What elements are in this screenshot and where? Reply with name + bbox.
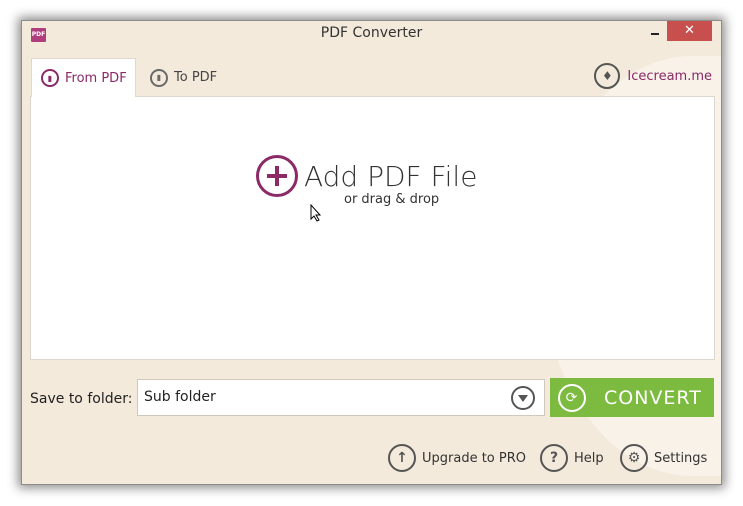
to-pdf-icon: ▮	[150, 68, 168, 87]
help-label: Help	[574, 450, 604, 466]
tab-label: From PDF	[65, 70, 127, 86]
icecream-link[interactable]: ♦ Icecream.me	[594, 63, 712, 89]
refresh-icon: ⟳	[558, 383, 586, 412]
icecream-icon: ♦	[594, 63, 621, 89]
chevron-down-icon[interactable]	[511, 386, 535, 410]
settings-button[interactable]: ⚙ Settings	[620, 444, 707, 472]
mouse-cursor-icon	[310, 204, 322, 222]
plus-circle-icon	[256, 155, 298, 197]
minimize-button[interactable]	[644, 21, 668, 41]
drag-drop-hint: or drag & drop	[344, 192, 440, 207]
help-button[interactable]: ? Help	[540, 444, 604, 472]
tab-to-pdf[interactable]: ▮ To PDF	[150, 58, 240, 97]
close-button[interactable]: ✕	[667, 21, 712, 41]
convert-button[interactable]: ⟳ CONVERT	[550, 378, 714, 417]
from-pdf-icon: ▮	[41, 69, 59, 87]
upgrade-label: Upgrade to PRO	[422, 450, 526, 466]
upgrade-button[interactable]: ↑ Upgrade to PRO	[388, 444, 526, 472]
question-icon: ?	[540, 444, 568, 472]
tab-label: To PDF	[174, 70, 218, 85]
tab-from-pdf[interactable]: ▮ From PDF	[31, 58, 136, 97]
save-to-folder-label: Save to folder:	[30, 391, 133, 407]
settings-label: Settings	[654, 450, 708, 466]
brand-label: Icecream.me	[627, 68, 712, 84]
folder-select[interactable]: Sub folder	[137, 379, 545, 416]
add-pdf-button[interactable]: Add PDF File	[256, 155, 477, 197]
app-window: PDF PDF Converter ✕ ▮ From PDF ▮ To PDF …	[21, 20, 722, 485]
add-pdf-label: Add PDF File	[304, 159, 478, 193]
arrow-up-icon: ↑	[388, 444, 416, 472]
gear-icon: ⚙	[620, 444, 648, 472]
title-bar[interactable]: PDF PDF Converter ✕	[22, 21, 721, 47]
folder-select-value: Sub folder	[144, 389, 216, 405]
drop-panel[interactable]: Add PDF File or drag & drop	[30, 96, 715, 360]
window-title: PDF Converter	[320, 25, 423, 41]
convert-label: CONVERT	[604, 386, 702, 409]
